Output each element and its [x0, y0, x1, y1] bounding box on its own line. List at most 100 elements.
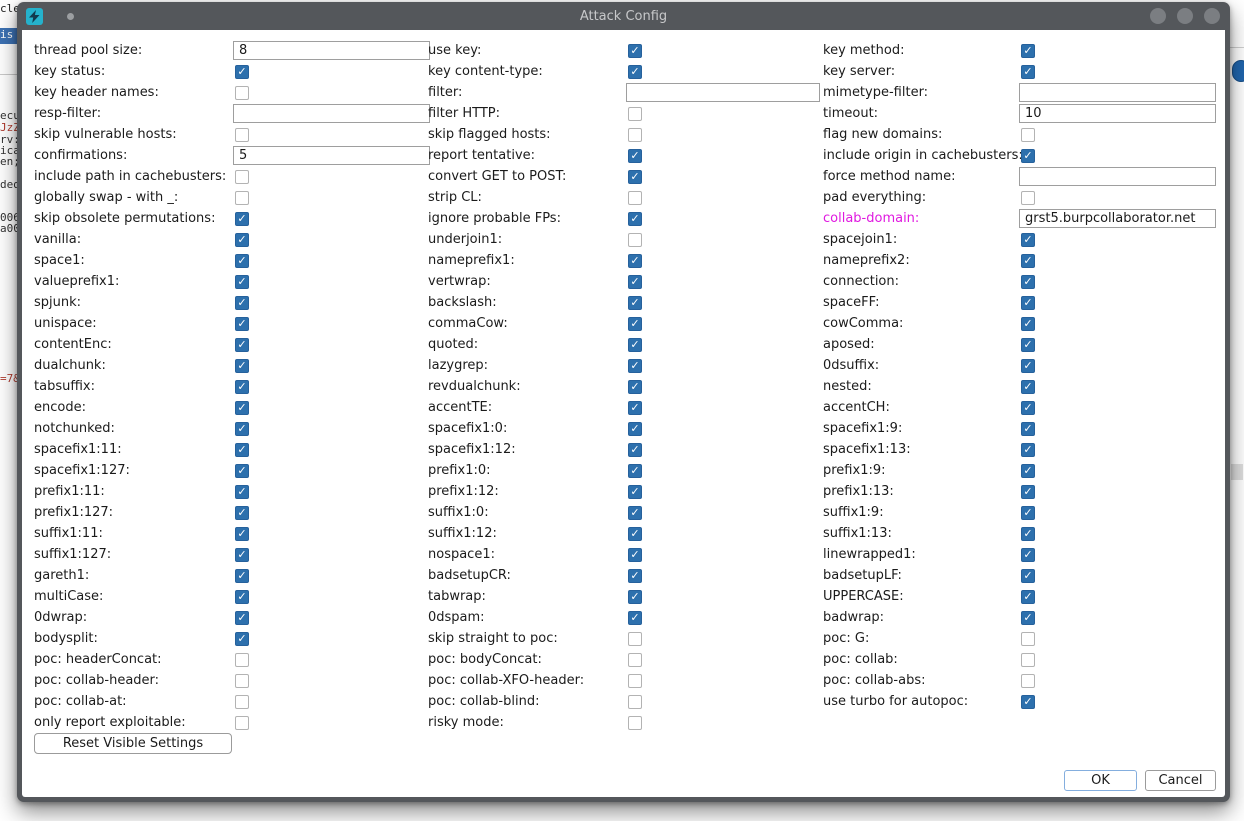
text-input[interactable]: [233, 146, 430, 165]
checkbox[interactable]: [1021, 128, 1035, 142]
checkbox[interactable]: ✓: [1021, 317, 1035, 331]
checkbox[interactable]: ✓: [235, 464, 249, 478]
checkbox[interactable]: [628, 632, 642, 646]
checkbox[interactable]: ✓: [1021, 296, 1035, 310]
checkbox[interactable]: [1021, 191, 1035, 205]
checkbox[interactable]: ✓: [235, 632, 249, 646]
checkbox[interactable]: ✓: [1021, 611, 1035, 625]
checkbox[interactable]: ✓: [1021, 569, 1035, 583]
checkbox[interactable]: [235, 191, 249, 205]
checkbox[interactable]: ✓: [235, 485, 249, 499]
checkbox[interactable]: [235, 653, 249, 667]
checkbox[interactable]: ✓: [628, 527, 642, 541]
checkbox[interactable]: ✓: [235, 422, 249, 436]
checkbox[interactable]: ✓: [235, 254, 249, 268]
checkbox[interactable]: [628, 674, 642, 688]
checkbox[interactable]: ✓: [628, 275, 642, 289]
checkbox[interactable]: ✓: [1021, 464, 1035, 478]
checkbox[interactable]: [235, 128, 249, 142]
checkbox[interactable]: ✓: [1021, 380, 1035, 394]
checkbox[interactable]: ✓: [235, 338, 249, 352]
checkbox[interactable]: ✓: [628, 65, 642, 79]
checkbox[interactable]: ✓: [628, 254, 642, 268]
checkbox[interactable]: ✓: [1021, 44, 1035, 58]
checkbox[interactable]: [628, 716, 642, 730]
checkbox[interactable]: [235, 695, 249, 709]
checkbox[interactable]: [628, 128, 642, 142]
checkbox[interactable]: ✓: [235, 275, 249, 289]
ok-button[interactable]: OK: [1064, 770, 1137, 791]
checkbox[interactable]: ✓: [628, 44, 642, 58]
checkbox[interactable]: ✓: [1021, 149, 1035, 163]
checkbox[interactable]: ✓: [628, 149, 642, 163]
checkbox[interactable]: ✓: [235, 443, 249, 457]
checkbox[interactable]: [628, 107, 642, 121]
checkbox[interactable]: ✓: [628, 317, 642, 331]
checkbox[interactable]: ✓: [628, 359, 642, 373]
checkbox[interactable]: ✓: [628, 548, 642, 562]
checkbox[interactable]: ✓: [628, 569, 642, 583]
checkbox[interactable]: ✓: [1021, 527, 1035, 541]
checkbox[interactable]: ✓: [1021, 275, 1035, 289]
titlebar[interactable]: Attack Config: [17, 2, 1230, 30]
checkbox[interactable]: ✓: [235, 527, 249, 541]
checkbox[interactable]: [235, 674, 249, 688]
checkbox[interactable]: ✓: [1021, 485, 1035, 499]
checkbox[interactable]: ✓: [628, 422, 642, 436]
checkbox[interactable]: ✓: [1021, 401, 1035, 415]
checkbox[interactable]: ✓: [628, 590, 642, 604]
checkbox[interactable]: [1021, 653, 1035, 667]
checkbox[interactable]: ✓: [628, 296, 642, 310]
checkbox[interactable]: [628, 233, 642, 247]
checkbox[interactable]: ✓: [1021, 590, 1035, 604]
checkbox[interactable]: ✓: [628, 401, 642, 415]
checkbox[interactable]: ✓: [235, 65, 249, 79]
checkbox[interactable]: ✓: [628, 170, 642, 184]
checkbox[interactable]: ✓: [628, 506, 642, 520]
checkbox[interactable]: ✓: [1021, 548, 1035, 562]
checkbox[interactable]: ✓: [628, 338, 642, 352]
checkbox[interactable]: ✓: [235, 296, 249, 310]
checkbox[interactable]: ✓: [1021, 254, 1035, 268]
text-input[interactable]: [1019, 209, 1216, 228]
checkbox[interactable]: ✓: [235, 317, 249, 331]
text-input[interactable]: [1019, 104, 1216, 123]
checkbox[interactable]: ✓: [1021, 506, 1035, 520]
reset-visible-settings-button[interactable]: Reset Visible Settings: [34, 733, 232, 754]
text-input[interactable]: [233, 41, 430, 60]
checkbox[interactable]: ✓: [235, 569, 249, 583]
checkbox[interactable]: ✓: [1021, 443, 1035, 457]
checkbox[interactable]: ✓: [235, 380, 249, 394]
checkbox[interactable]: [1021, 674, 1035, 688]
checkbox[interactable]: ✓: [1021, 233, 1035, 247]
text-input[interactable]: [1019, 83, 1216, 102]
checkbox[interactable]: [235, 716, 249, 730]
checkbox[interactable]: ✓: [628, 443, 642, 457]
checkbox[interactable]: ✓: [235, 401, 249, 415]
checkbox[interactable]: ✓: [235, 212, 249, 226]
close-button[interactable]: [1204, 8, 1220, 24]
checkbox[interactable]: ✓: [628, 485, 642, 499]
text-input[interactable]: [233, 104, 430, 123]
checkbox[interactable]: ✓: [235, 233, 249, 247]
checkbox[interactable]: ✓: [1021, 338, 1035, 352]
checkbox[interactable]: ✓: [628, 380, 642, 394]
checkbox[interactable]: [628, 653, 642, 667]
text-input[interactable]: [626, 83, 820, 102]
cancel-button[interactable]: Cancel: [1145, 770, 1216, 791]
maximize-button[interactable]: [1177, 8, 1193, 24]
text-input[interactable]: [1019, 167, 1216, 186]
checkbox[interactable]: ✓: [235, 611, 249, 625]
checkbox[interactable]: ✓: [628, 464, 642, 478]
checkbox[interactable]: [628, 191, 642, 205]
checkbox[interactable]: ✓: [1021, 695, 1035, 709]
checkbox[interactable]: [235, 170, 249, 184]
checkbox[interactable]: ✓: [628, 611, 642, 625]
checkbox[interactable]: ✓: [628, 212, 642, 226]
minimize-button[interactable]: [1150, 8, 1166, 24]
checkbox[interactable]: ✓: [235, 506, 249, 520]
checkbox[interactable]: [1021, 632, 1035, 646]
checkbox[interactable]: ✓: [1021, 422, 1035, 436]
checkbox[interactable]: ✓: [235, 359, 249, 373]
checkbox[interactable]: ✓: [235, 590, 249, 604]
